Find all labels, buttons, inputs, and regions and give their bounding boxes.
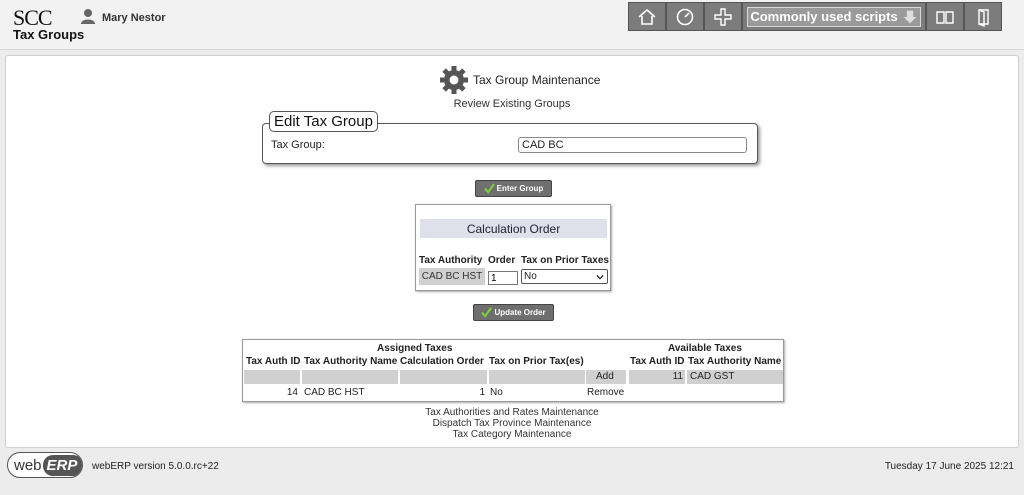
update-order-button[interactable]: Update Order xyxy=(473,304,554,321)
available-tax-name: CAD GST xyxy=(690,371,735,382)
assigned-tax-id: 14 xyxy=(286,387,298,398)
col-header-order: Order xyxy=(488,255,516,266)
blank-cell xyxy=(302,370,398,384)
assigned-taxes-title: Assigned Taxes xyxy=(377,343,453,354)
link-dispatch-tax-province[interactable]: Dispatch Tax Province Maintenance xyxy=(6,418,1018,429)
plus-icon xyxy=(714,7,732,26)
version-text: webERP version 5.0.0.rc+22 xyxy=(92,461,219,472)
assigned-col-auth-id: Tax Auth ID xyxy=(246,356,301,367)
weberp-logo: web ERP xyxy=(7,452,83,478)
col-header-tax-on-prior: Tax on Prior Taxes xyxy=(521,255,609,266)
arrow-down-icon xyxy=(903,10,917,23)
link-tax-category[interactable]: Tax Category Maintenance xyxy=(6,429,1018,440)
toolbar: Commonly used scripts xyxy=(628,2,1002,31)
date-time: Tuesday 17 June 2025 12:21 xyxy=(884,461,1014,472)
add-tax-link[interactable]: Add xyxy=(596,371,614,382)
logo-erp-text: ERP xyxy=(42,454,82,476)
user-menu[interactable]: Mary Nestor xyxy=(80,8,166,27)
home-button[interactable] xyxy=(628,2,666,31)
heading-title: Tax Group Maintenance xyxy=(473,73,601,87)
col-header-tax-authority: Tax Authority xyxy=(419,255,483,266)
user-icon xyxy=(80,8,96,27)
manual-button[interactable] xyxy=(926,2,964,31)
remove-tax-link[interactable]: Remove xyxy=(587,387,624,398)
check-icon xyxy=(481,307,493,318)
calc-authority-cell: CAD BC HST xyxy=(419,268,485,285)
calc-order-input[interactable] xyxy=(488,271,518,285)
edit-tax-group-fieldset: Edit Tax Group Tax Group: xyxy=(262,111,758,164)
maintenance-links: Tax Authorities and Rates Maintenance Di… xyxy=(6,407,1018,440)
calculation-order-title: Calculation Order xyxy=(420,219,607,238)
assigned-calc-order: 1 xyxy=(479,387,485,398)
fieldset-legend: Edit Tax Group xyxy=(269,111,378,132)
assigned-col-calc-order: Calculation Order xyxy=(400,356,484,367)
assigned-col-authority-name: Tax Authority Name xyxy=(304,356,398,367)
chevron-down-icon xyxy=(596,274,604,279)
dashboard-button[interactable] xyxy=(666,2,704,31)
available-tax-id: 11 xyxy=(672,371,683,382)
enter-group-button[interactable]: Enter Group xyxy=(475,180,552,197)
calculation-order-table: Calculation Order Tax Authority Order Ta… xyxy=(415,204,611,291)
available-col-auth-id: Tax Auth ID xyxy=(630,356,685,367)
available-taxes-title: Available Taxes xyxy=(668,343,742,354)
add-button[interactable] xyxy=(704,2,742,31)
tax-group-label: Tax Group: xyxy=(271,139,325,151)
tax-group-input[interactable] xyxy=(518,137,747,153)
blank-cell xyxy=(489,370,585,384)
blank-cell xyxy=(244,370,300,384)
home-icon xyxy=(638,8,656,25)
tax-on-prior-select[interactable]: No xyxy=(521,269,608,284)
check-icon xyxy=(483,183,495,194)
enter-group-label: Enter Group xyxy=(496,184,544,193)
exit-door-icon xyxy=(978,8,989,27)
commonly-used-scripts-button[interactable]: Commonly used scripts xyxy=(742,2,926,31)
gear-icon xyxy=(440,66,468,94)
page-heading: Tax Group Maintenance xyxy=(439,65,600,95)
header: SCC Tax Groups Mary Nestor Commonly used… xyxy=(0,0,1024,50)
assigned-tax-on-prior: No xyxy=(490,387,503,398)
book-icon xyxy=(936,10,954,24)
dashboard-icon xyxy=(676,8,694,25)
link-tax-authorities[interactable]: Tax Authorities and Rates Maintenance xyxy=(6,407,1018,418)
main-panel: Tax Group Maintenance Review Existing Gr… xyxy=(5,55,1019,448)
user-name: Mary Nestor xyxy=(102,11,166,24)
taxes-table: Assigned Taxes Available Taxes Tax Auth … xyxy=(242,339,784,402)
update-order-label: Update Order xyxy=(494,308,546,317)
logout-button[interactable] xyxy=(964,2,1002,31)
logo-web-text: web xyxy=(14,456,42,474)
scripts-label: Commonly used scripts xyxy=(750,9,898,24)
assigned-col-tax-on-prior: Tax on Prior Tax(es) xyxy=(489,356,584,367)
page-title: Tax Groups xyxy=(13,27,85,42)
page-subheading: Review Existing Groups xyxy=(453,98,571,110)
tax-on-prior-value: No xyxy=(524,271,537,282)
assigned-tax-name: CAD BC HST xyxy=(304,387,365,398)
available-col-authority-name: Tax Authority Name xyxy=(688,356,782,367)
blank-cell xyxy=(400,370,487,384)
